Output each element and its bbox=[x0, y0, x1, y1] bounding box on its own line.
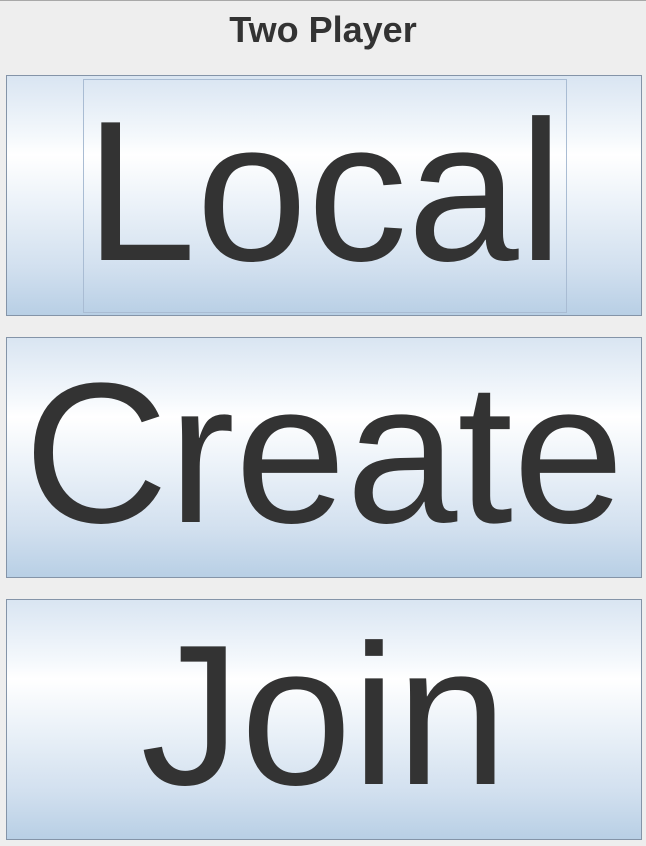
panel-title: Two Player bbox=[229, 9, 417, 50]
create-button-label: Create bbox=[23, 341, 625, 565]
local-button[interactable]: Local bbox=[6, 75, 642, 316]
create-button[interactable]: Create bbox=[6, 337, 642, 578]
local-button-label: Local bbox=[84, 79, 564, 303]
join-button[interactable]: Join bbox=[6, 599, 642, 840]
join-button-label: Join bbox=[140, 603, 508, 827]
